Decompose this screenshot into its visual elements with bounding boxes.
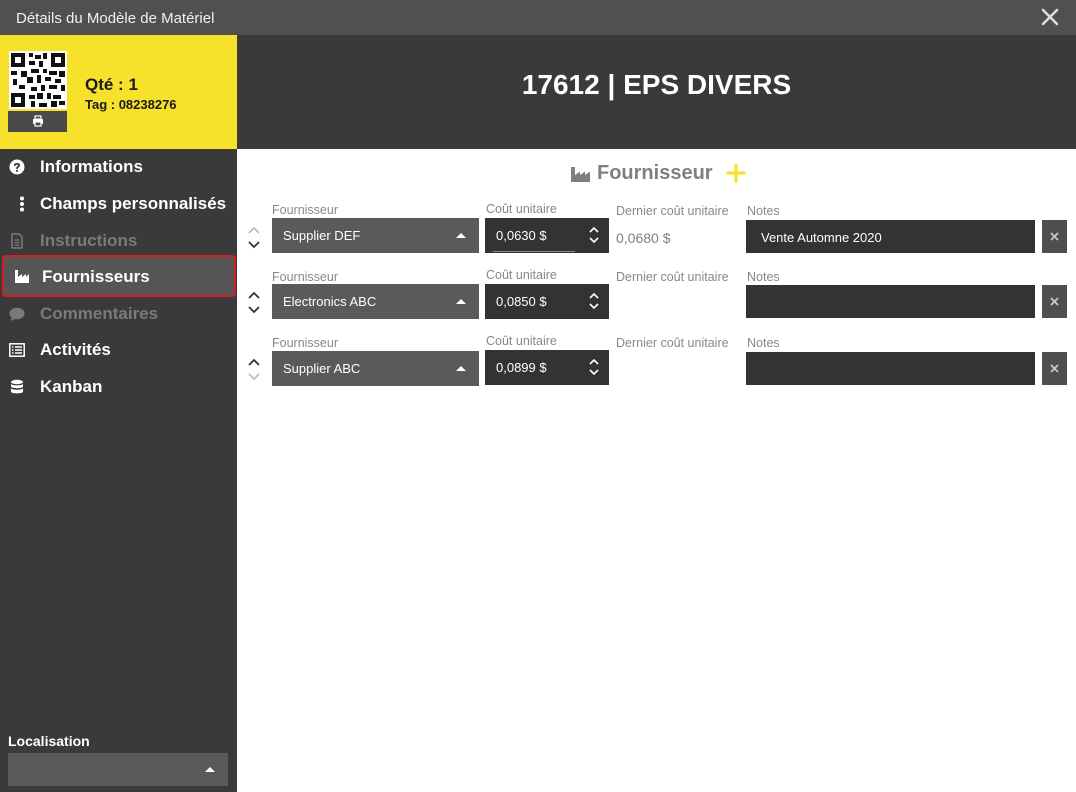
notes-label: Notes bbox=[747, 204, 780, 218]
chevron-up-icon bbox=[247, 224, 261, 236]
notes-input[interactable] bbox=[746, 352, 1035, 385]
window-titlebar: Détails du Modèle de Matériel bbox=[0, 0, 1076, 35]
close-icon bbox=[1050, 297, 1059, 306]
spinner-icon[interactable] bbox=[589, 225, 599, 245]
sidebar-item-label: Informations bbox=[40, 157, 143, 176]
tag-number: Tag : 08238276 bbox=[85, 97, 177, 112]
spinner-icon[interactable] bbox=[589, 357, 599, 377]
supplier-select[interactable]: Supplier DEF bbox=[272, 218, 479, 253]
unit-cost-value: 0,0899 $ bbox=[496, 360, 547, 375]
plus-icon bbox=[726, 163, 746, 183]
unit-cost-value: 0,0850 $ bbox=[496, 294, 547, 309]
supplier-select[interactable]: Electronics ABC bbox=[272, 284, 479, 319]
close-icon bbox=[1050, 364, 1059, 373]
supplier-value: Electronics ABC bbox=[283, 294, 377, 309]
last-cost-value: 0,0680 $ bbox=[616, 230, 671, 246]
location-select[interactable] bbox=[8, 753, 228, 786]
chevron-down-icon bbox=[247, 371, 261, 383]
page-header: 17612 | EPS DIVERS bbox=[237, 35, 1076, 149]
notes-input[interactable] bbox=[746, 285, 1035, 318]
supplier-row: Fournisseur Coût unitaire Dernier coût u… bbox=[0, 266, 1076, 322]
unit-cost-label: Coût unitaire bbox=[486, 334, 557, 348]
delete-supplier-button[interactable] bbox=[1042, 352, 1067, 385]
chevron-up-icon[interactable] bbox=[247, 289, 261, 301]
qr-code-icon bbox=[9, 51, 67, 109]
supplier-row: Fournisseur Coût unitaire Dernier coût u… bbox=[0, 200, 1076, 256]
unit-cost-input[interactable]: 0,0899 $ bbox=[485, 350, 609, 385]
chevron-up-icon[interactable] bbox=[247, 356, 261, 368]
sidebar: Qté : 1 Tag : 08238276 Informations Cham… bbox=[0, 35, 237, 792]
delete-supplier-button[interactable] bbox=[1042, 220, 1067, 253]
window-title: Détails du Modèle de Matériel bbox=[16, 10, 215, 27]
notes-value: Vente Automne 2020 bbox=[761, 230, 882, 245]
supplier-value: Supplier ABC bbox=[283, 361, 361, 376]
caret-up-icon bbox=[456, 299, 466, 304]
quantity-label: Qté : 1 bbox=[85, 75, 138, 94]
supplier-label: Fournisseur bbox=[272, 270, 338, 284]
tag-card: Qté : 1 Tag : 08238276 bbox=[0, 35, 237, 149]
unit-cost-input[interactable]: 0,0630 $ bbox=[485, 218, 609, 253]
supplier-value: Supplier DEF bbox=[283, 228, 361, 243]
add-supplier-button[interactable] bbox=[725, 162, 747, 184]
unit-cost-value: 0,0630 $ bbox=[496, 228, 547, 243]
question-circle-icon bbox=[9, 159, 25, 175]
supplier-label: Fournisseur bbox=[272, 336, 338, 350]
page-title: 17612 | EPS DIVERS bbox=[521, 69, 792, 100]
supplier-label: Fournisseur bbox=[272, 203, 338, 217]
notes-input[interactable]: Vente Automne 2020 bbox=[746, 220, 1035, 253]
delete-supplier-button[interactable] bbox=[1042, 285, 1067, 318]
location-label: Localisation bbox=[8, 733, 90, 749]
spinner-icon[interactable] bbox=[589, 291, 599, 311]
print-button[interactable] bbox=[8, 111, 67, 132]
input-underline bbox=[493, 251, 575, 252]
unit-cost-input[interactable]: 0,0850 $ bbox=[485, 284, 609, 319]
supplier-row: Fournisseur Coût unitaire Dernier coût u… bbox=[0, 333, 1076, 389]
section-title: Fournisseur bbox=[597, 162, 713, 184]
caret-up-icon bbox=[456, 366, 466, 371]
caret-up-icon bbox=[456, 233, 466, 238]
notes-label: Notes bbox=[747, 336, 780, 350]
chevron-down-icon[interactable] bbox=[247, 304, 261, 316]
notes-label: Notes bbox=[747, 270, 780, 284]
sidebar-item-informations[interactable]: Informations bbox=[0, 149, 237, 185]
print-icon bbox=[33, 115, 43, 127]
close-icon bbox=[1050, 232, 1059, 241]
factory-icon bbox=[570, 165, 591, 183]
caret-up-icon bbox=[205, 767, 215, 772]
last-cost-label: Dernier coût unitaire bbox=[616, 204, 729, 218]
close-icon[interactable] bbox=[1038, 5, 1062, 29]
unit-cost-label: Coût unitaire bbox=[486, 202, 557, 216]
chevron-down-icon[interactable] bbox=[247, 239, 261, 251]
last-cost-label: Dernier coût unitaire bbox=[616, 336, 729, 350]
supplier-select[interactable]: Supplier ABC bbox=[272, 351, 479, 386]
unit-cost-label: Coût unitaire bbox=[486, 268, 557, 282]
last-cost-label: Dernier coût unitaire bbox=[616, 270, 729, 284]
